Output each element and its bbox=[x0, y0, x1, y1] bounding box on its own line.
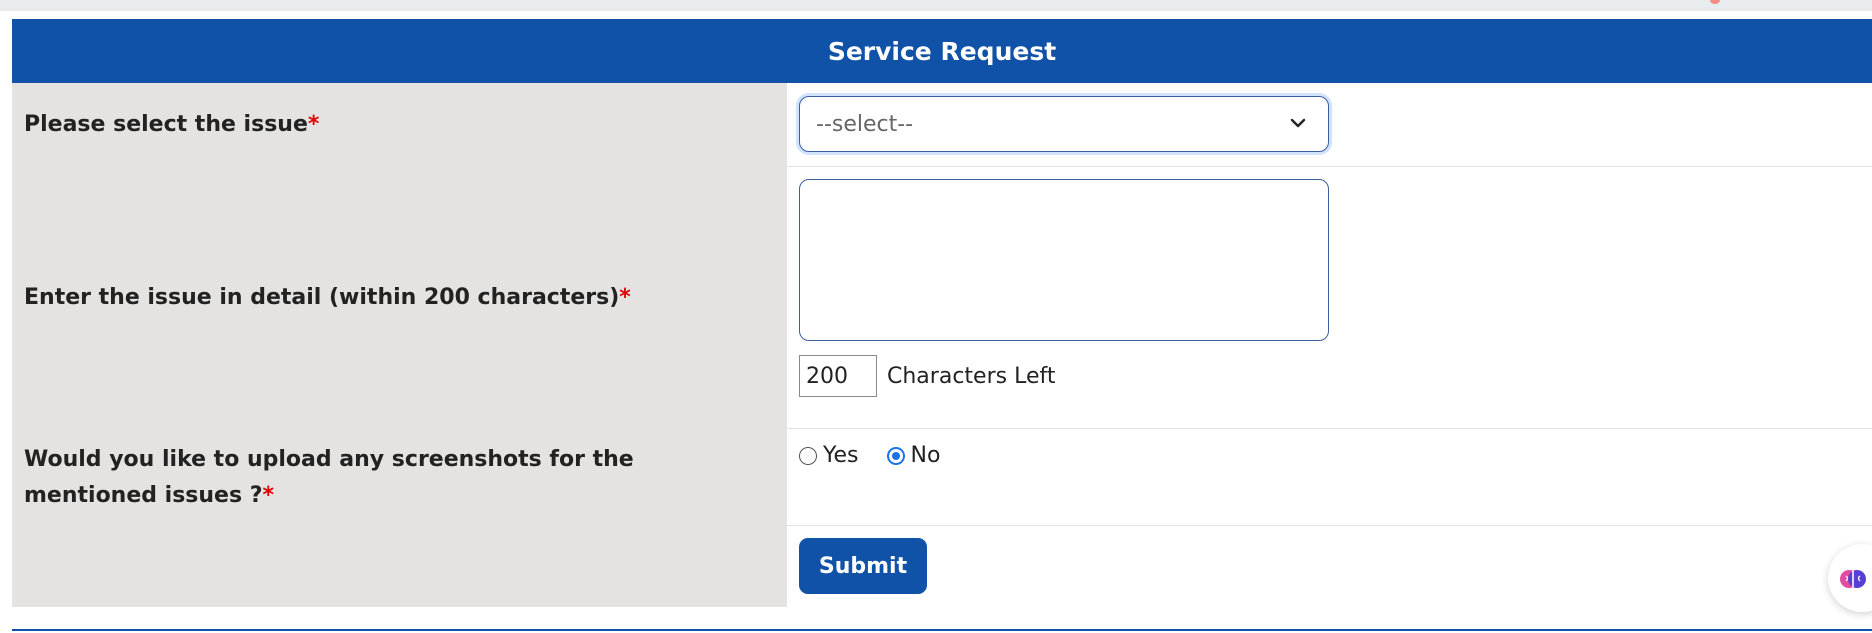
radio-no[interactable]: No bbox=[886, 443, 941, 468]
radio-no-label: No bbox=[910, 443, 941, 468]
submit-row: Submit bbox=[12, 526, 1872, 607]
required-mark: * bbox=[262, 482, 275, 508]
detail-value-cell: Characters Left bbox=[787, 167, 1872, 429]
bottom-divider bbox=[12, 629, 1872, 631]
chars-left-label: Characters Left bbox=[887, 363, 1056, 389]
issue-label-text: Please select the issue bbox=[24, 112, 308, 137]
issue-label: Please select the issue * bbox=[12, 83, 787, 167]
detail-label: Enter the issue in detail (within 200 ch… bbox=[12, 167, 787, 429]
required-mark: * bbox=[619, 285, 631, 310]
chars-left-input bbox=[799, 355, 877, 397]
upload-value-cell: Yes No bbox=[787, 429, 1872, 526]
detail-label-text: Enter the issue in detail (within 200 ch… bbox=[24, 285, 620, 310]
top-strip bbox=[0, 0, 1872, 11]
upload-radio-group: Yes No bbox=[799, 443, 968, 468]
service-request-form: Service Request Please select the issue *… bbox=[12, 19, 1872, 612]
upload-label-line2: mentioned issues ? bbox=[24, 482, 263, 508]
radio-yes-circle[interactable] bbox=[799, 446, 817, 465]
issue-select-value: --select-- bbox=[816, 111, 914, 137]
radio-yes-label: Yes bbox=[823, 443, 859, 468]
issue-value-cell: --select-- bbox=[787, 83, 1872, 167]
required-mark: * bbox=[307, 112, 320, 137]
submit-button[interactable]: Submit bbox=[799, 538, 927, 594]
upload-row: Would you like to upload any screenshots… bbox=[12, 429, 1872, 526]
issue-select[interactable]: --select-- bbox=[799, 96, 1329, 152]
issue-detail-textarea[interactable] bbox=[799, 179, 1329, 341]
form-title: Service Request bbox=[12, 19, 1872, 83]
notification-dot bbox=[1710, 0, 1720, 4]
issue-row: Please select the issue * --select-- bbox=[12, 83, 1872, 167]
upload-label: Would you like to upload any screenshots… bbox=[12, 429, 787, 526]
char-counter: Characters Left bbox=[799, 355, 1055, 397]
brain-icon bbox=[1840, 570, 1866, 588]
submit-value-cell: Submit bbox=[787, 526, 1872, 607]
submit-label-cell bbox=[12, 526, 787, 607]
upload-label-line1: Would you like to upload any screenshots… bbox=[24, 446, 634, 472]
radio-yes[interactable]: Yes bbox=[799, 443, 859, 468]
detail-row: Enter the issue in detail (within 200 ch… bbox=[12, 167, 1872, 429]
radio-no-circle[interactable] bbox=[886, 446, 905, 465]
chevron-down-icon bbox=[1290, 118, 1306, 128]
